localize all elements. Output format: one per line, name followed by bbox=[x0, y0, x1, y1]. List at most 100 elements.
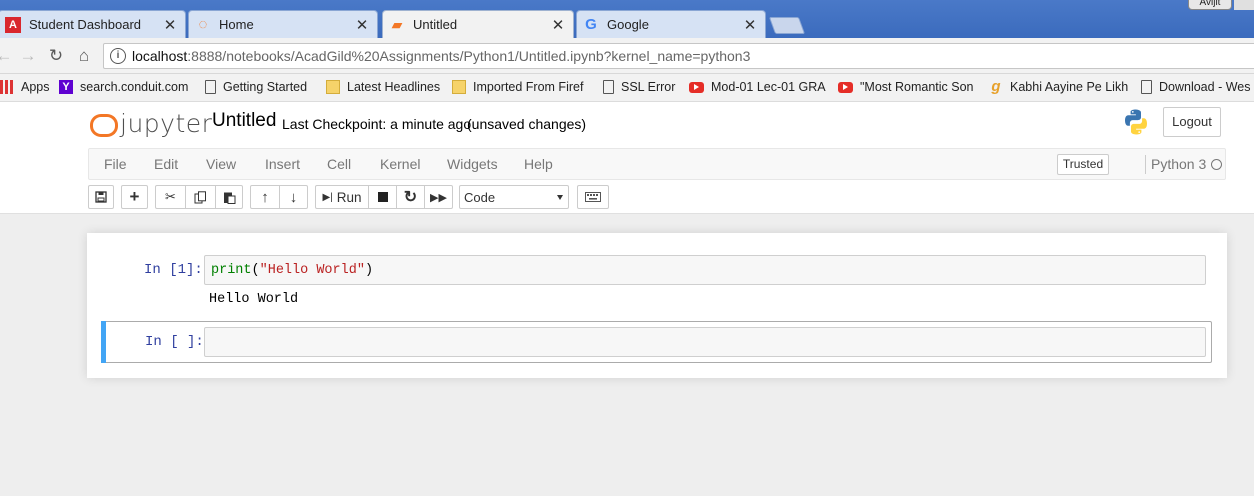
code-editor[interactable] bbox=[204, 327, 1206, 357]
bookmark-apps[interactable]: Apps bbox=[0, 80, 50, 94]
back-arrow-icon[interactable]: ← bbox=[0, 46, 14, 66]
autosave-status: (unsaved changes) bbox=[467, 116, 587, 132]
arrow-up-icon: ↑ bbox=[261, 188, 269, 206]
page-icon bbox=[603, 80, 614, 94]
menu-widgets[interactable]: Widgets bbox=[447, 156, 498, 172]
copy-button[interactable] bbox=[185, 185, 216, 209]
run-button[interactable]: ▶| Run bbox=[315, 185, 369, 209]
bookmark-label: SSL Error bbox=[621, 80, 676, 94]
input-prompt: In [ ]: bbox=[145, 334, 204, 350]
folder-icon bbox=[452, 80, 466, 94]
forward-arrow-icon[interactable]: → bbox=[18, 46, 38, 66]
youtube-icon bbox=[838, 81, 853, 93]
interrupt-button[interactable] bbox=[368, 185, 397, 209]
bookmark-search-conduit[interactable]: Ysearch.conduit.com bbox=[59, 80, 188, 94]
browser-toolbar: ← → ↻ ⌂ i localhost:8888/notebooks/AcadG… bbox=[0, 38, 1254, 74]
move-down-button[interactable]: ↓ bbox=[279, 185, 308, 209]
tab-untitled[interactable]: ▰ Untitled ✕ bbox=[382, 10, 574, 38]
bookmark-latest-headlines[interactable]: Latest Headlines bbox=[326, 80, 440, 94]
gaana-icon: g bbox=[991, 78, 1001, 95]
close-icon[interactable]: ✕ bbox=[161, 16, 179, 34]
input-prompt: In [1]: bbox=[144, 262, 203, 278]
menu-edit[interactable]: Edit bbox=[154, 156, 178, 172]
menu-help[interactable]: Help bbox=[524, 156, 553, 172]
tab-title: Home bbox=[219, 17, 254, 32]
tab-google[interactable]: G Google ✕ bbox=[576, 10, 766, 38]
restart-button[interactable]: ↻ bbox=[396, 185, 425, 209]
bookmark-most-romantic[interactable]: "Most Romantic Son bbox=[838, 80, 974, 94]
code-cell-2[interactable]: In [ ]: bbox=[101, 321, 1212, 363]
jupyter-wordmark: jupyter bbox=[120, 109, 213, 138]
google-icon: G bbox=[585, 16, 597, 33]
code-token-function: print bbox=[211, 263, 252, 278]
new-tab-button[interactable] bbox=[768, 17, 806, 34]
bookmarks-bar: Apps Ysearch.conduit.com Getting Started… bbox=[0, 74, 1254, 102]
bookmark-label: Download - Wes bbox=[1159, 80, 1251, 94]
kernel-idle-icon bbox=[1211, 159, 1222, 170]
cut-button[interactable]: ✂ bbox=[155, 185, 186, 209]
arrow-down-icon: ↓ bbox=[289, 188, 298, 206]
bookmark-mod-01[interactable]: Mod-01 Lec-01 GRA bbox=[689, 80, 826, 94]
address-bar[interactable]: i localhost:8888/notebooks/AcadGild%20As… bbox=[103, 43, 1254, 69]
tab-title: Untitled bbox=[413, 17, 458, 32]
save-icon bbox=[95, 191, 107, 203]
menu-cell[interactable]: Cell bbox=[327, 156, 351, 172]
page-icon bbox=[1141, 80, 1152, 94]
folder-icon bbox=[326, 80, 340, 94]
bookmark-kabhi-aayine[interactable]: g Kabhi Aayine Pe Likh bbox=[989, 78, 1128, 95]
command-palette-button[interactable] bbox=[577, 185, 609, 209]
reload-icon[interactable]: ↻ bbox=[46, 46, 66, 66]
close-icon[interactable]: ✕ bbox=[549, 16, 567, 34]
run-label: Run bbox=[336, 189, 362, 205]
bookmark-download[interactable]: Download - Wes bbox=[1141, 80, 1250, 94]
save-button[interactable] bbox=[88, 185, 114, 209]
code-editor[interactable]: print("Hello World") bbox=[204, 255, 1206, 285]
window-control[interactable] bbox=[1234, 0, 1254, 10]
cell-output: Hello World bbox=[209, 292, 299, 307]
move-up-button[interactable]: ↑ bbox=[250, 185, 280, 209]
menu-view[interactable]: View bbox=[206, 156, 236, 172]
trusted-indicator[interactable]: Trusted bbox=[1057, 154, 1109, 175]
notebook-name[interactable]: Untitled bbox=[212, 110, 276, 132]
menu-kernel[interactable]: Kernel bbox=[380, 156, 420, 172]
bookmark-label: Apps bbox=[21, 80, 50, 94]
bookmark-imported-folder[interactable]: Imported From Firef bbox=[452, 80, 583, 94]
menu-insert[interactable]: Insert bbox=[265, 156, 300, 172]
close-icon[interactable]: ✕ bbox=[353, 16, 371, 34]
chevron-down-icon bbox=[557, 195, 563, 200]
home-icon[interactable]: ⌂ bbox=[74, 46, 94, 66]
jupyter-logo[interactable]: jupyter bbox=[90, 109, 212, 138]
bookmark-ssl-error[interactable]: SSL Error bbox=[603, 80, 675, 94]
logout-button[interactable]: Logout bbox=[1163, 107, 1221, 137]
jupyter-icon: ◌ bbox=[198, 16, 208, 33]
profile-badge[interactable]: Avijit bbox=[1188, 0, 1232, 10]
menu-file[interactable]: File bbox=[104, 156, 127, 172]
info-icon[interactable]: i bbox=[110, 48, 126, 64]
browser-tab-strip: A Student Dashboard ✕ ◌ Home ✕ ▰ Untitle… bbox=[0, 0, 1254, 38]
kernel-name[interactable]: Python 3 bbox=[1151, 156, 1206, 172]
paste-icon bbox=[223, 192, 235, 204]
bookmark-label: Imported From Firef bbox=[473, 80, 584, 94]
tab-title: Student Dashboard bbox=[29, 17, 142, 32]
bookmark-label: Latest Headlines bbox=[347, 80, 441, 94]
cell-type-select[interactable]: Code bbox=[459, 185, 569, 209]
yahoo-icon: Y bbox=[59, 80, 73, 94]
fast-forward-icon: ▶▶ bbox=[430, 191, 447, 204]
scissors-icon: ✂ bbox=[165, 189, 176, 204]
bookmark-label: "Most Romantic Son bbox=[860, 80, 974, 94]
bookmark-label: Getting Started bbox=[223, 80, 308, 94]
bookmark-getting-started[interactable]: Getting Started bbox=[205, 80, 307, 94]
apps-icon bbox=[0, 80, 14, 94]
notebook-icon: ▰ bbox=[392, 16, 402, 32]
code-token-paren: ) bbox=[364, 263, 374, 278]
tab-student-dashboard[interactable]: A Student Dashboard ✕ bbox=[0, 10, 186, 38]
notebook-menubar: File Edit View Insert Cell Kernel Widget… bbox=[88, 148, 1226, 180]
bookmark-label: Mod-01 Lec-01 GRA bbox=[711, 80, 826, 94]
paste-button[interactable] bbox=[215, 185, 243, 209]
selected-cell-indicator bbox=[101, 321, 106, 363]
restart-run-all-button[interactable]: ▶▶ bbox=[424, 185, 453, 209]
insert-cell-button[interactable]: + bbox=[121, 185, 148, 209]
copy-icon bbox=[194, 190, 206, 203]
tab-home[interactable]: ◌ Home ✕ bbox=[188, 10, 378, 38]
close-icon[interactable]: ✕ bbox=[741, 16, 759, 34]
